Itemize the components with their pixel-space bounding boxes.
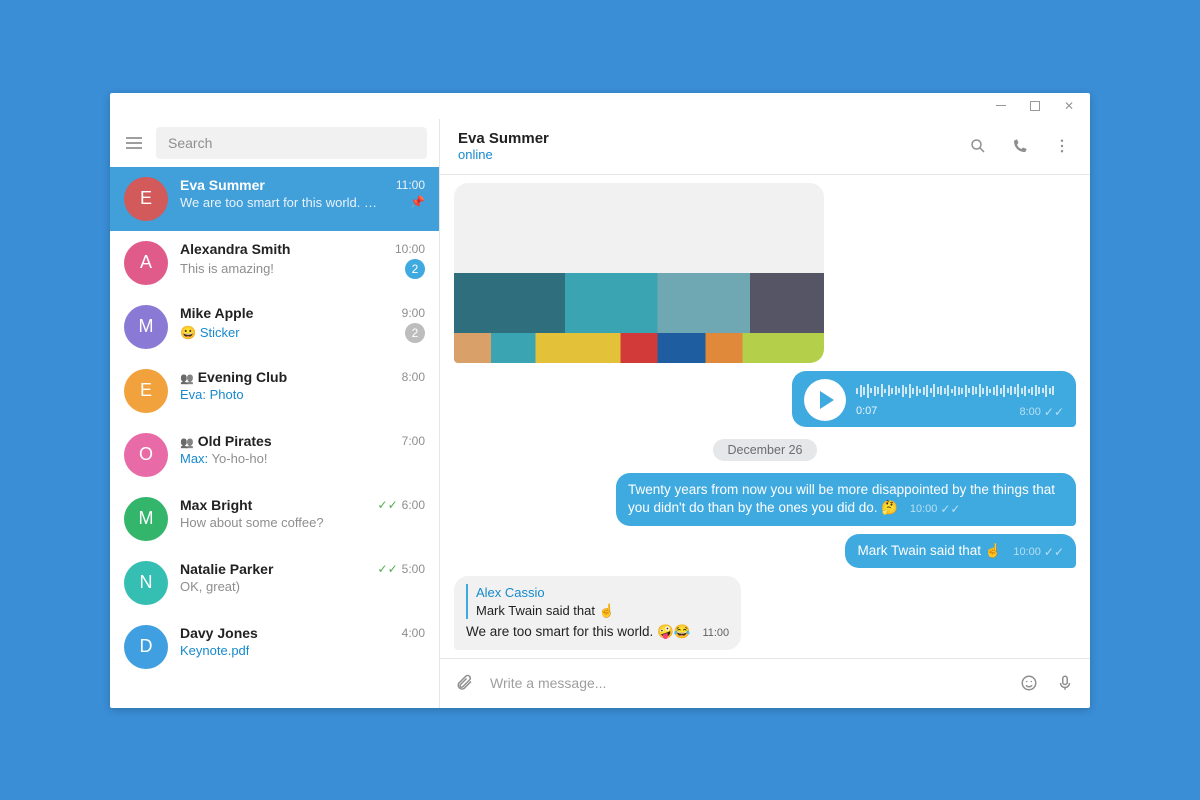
group-icon <box>180 369 194 385</box>
unread-badge: 2 <box>405 259 425 279</box>
message-outgoing[interactable]: Mark Twain said that ☝️ 10:00 ✓✓ <box>845 534 1076 569</box>
chat-name-label: Natalie Parker <box>180 561 273 577</box>
group-icon <box>180 433 194 449</box>
window-minimize-button[interactable] <box>992 97 1010 115</box>
avatar: E <box>124 177 168 221</box>
chat-preview: Eva: Photo <box>180 387 244 402</box>
attach-icon[interactable] <box>454 672 476 694</box>
emoji-icon[interactable] <box>1018 672 1040 694</box>
chat-list-item[interactable]: O Old Pirates 7:00 Max: Yo-ho-ho! <box>110 423 439 487</box>
chat-list-item[interactable]: N Natalie Parker ✓✓5:00 OK, great) <box>110 551 439 615</box>
message-time: 10:00 ✓✓ <box>1013 544 1064 560</box>
window-close-button[interactable] <box>1060 97 1078 115</box>
chat-pane: Eva Summer online To reach a port, we mu… <box>440 119 1090 708</box>
photo-attachment <box>454 273 824 363</box>
chat-list-item[interactable]: M Max Bright ✓✓6:00 How about some coffee? <box>110 487 439 551</box>
chat-name-label: Mike Apple <box>180 305 253 321</box>
chat-title: Eva Summer <box>458 130 549 147</box>
search-icon[interactable] <box>968 136 988 156</box>
chat-preview: How about some coffee? <box>180 515 324 530</box>
chat-name-label: Max Bright <box>180 497 252 513</box>
reply-quote[interactable]: Alex Cassio Mark Twain said that ☝️ <box>466 584 729 619</box>
chat-preview: OK, great) <box>180 579 240 594</box>
message-text: Mark Twain said that ☝️ <box>857 543 1001 558</box>
chat-name-label: Davy Jones <box>180 625 258 641</box>
chat-list-item[interactable]: A Alexandra Smith 10:00 This is amazing! 2 <box>110 231 439 295</box>
app-body: E Eva Summer 11:00 We are too smart for thi… <box>110 119 1090 708</box>
read-checks-icon: ✓✓ <box>378 498 398 512</box>
read-checks-icon: ✓✓ <box>1044 544 1064 560</box>
avatar: O <box>124 433 168 477</box>
play-button[interactable] <box>804 379 846 421</box>
message-outgoing[interactable]: Twenty years from now you will be more d… <box>616 473 1076 526</box>
waveform[interactable] <box>856 380 1064 402</box>
composer <box>440 658 1090 708</box>
chat-name-label: Alexandra Smith <box>180 241 290 257</box>
chat-header-info[interactable]: Eva Summer online <box>458 130 549 162</box>
more-icon[interactable] <box>1052 136 1072 156</box>
avatar: E <box>124 369 168 413</box>
chat-preview: This is amazing! <box>180 261 274 276</box>
chat-name-label: Old Pirates <box>198 433 272 449</box>
avatar: M <box>124 305 168 349</box>
call-icon[interactable] <box>1010 136 1030 156</box>
chat-time: ✓✓6:00 <box>378 498 425 512</box>
message-text: We are too smart for this world. 🤪😂 <box>466 624 691 639</box>
read-checks-icon: ✓✓ <box>1044 404 1064 420</box>
chat-name-label: Eva Summer <box>180 177 265 193</box>
pin-icon: 📌 <box>410 195 425 209</box>
reply-text: Mark Twain said that ☝️ <box>476 602 721 620</box>
chat-header-actions <box>968 136 1072 156</box>
date-divider: December 26 <box>713 439 816 461</box>
read-checks-icon: ✓✓ <box>378 562 398 576</box>
sidebar: E Eva Summer 11:00 We are too smart for thi… <box>110 119 440 708</box>
title-bar <box>110 93 1090 119</box>
chat-time: 4:00 <box>402 626 425 640</box>
message-list[interactable]: To reach a port, we must sail. 😜 7:00 0:… <box>440 175 1090 658</box>
message-voice-outgoing[interactable]: 0:07 8:00 ✓✓ <box>792 371 1076 427</box>
avatar: D <box>124 625 168 669</box>
mic-icon[interactable] <box>1054 672 1076 694</box>
avatar: M <box>124 497 168 541</box>
reply-author: Alex Cassio <box>476 584 721 602</box>
read-checks-icon: ✓✓ <box>940 501 960 517</box>
chat-time: 11:00 <box>396 178 425 192</box>
chat-list: E Eva Summer 11:00 We are too smart for thi… <box>110 167 439 708</box>
chat-time: 8:00 <box>402 370 425 384</box>
menu-icon[interactable] <box>122 131 146 155</box>
chat-time: 7:00 <box>402 434 425 448</box>
chat-preview: Max: Yo-ho-ho! <box>180 451 267 466</box>
chat-status: online <box>458 147 549 162</box>
message-input[interactable] <box>490 675 1004 691</box>
chat-name-label: Evening Club <box>198 369 287 385</box>
message-text: Twenty years from now you will be more d… <box>628 482 1055 515</box>
chat-time: 9:00 <box>402 306 425 320</box>
app-window: E Eva Summer 11:00 We are too smart for thi… <box>110 93 1090 708</box>
chat-list-item[interactable]: D Davy Jones 4:00 Keynote.pdf <box>110 615 439 679</box>
sidebar-top <box>110 119 439 167</box>
message-time: 11:00 <box>702 627 729 639</box>
chat-time: 10:00 <box>395 242 425 256</box>
chat-time: ✓✓5:00 <box>378 562 425 576</box>
chat-header: Eva Summer online <box>440 119 1090 175</box>
unread-badge: 2 <box>405 323 425 343</box>
message-time: 10:00 ✓✓ <box>910 501 961 517</box>
chat-list-item[interactable]: E Eva Summer 11:00 We are too smart for thi… <box>110 167 439 231</box>
avatar: N <box>124 561 168 605</box>
voice-duration: 0:07 <box>856 404 877 420</box>
chat-preview: 😀 Sticker <box>180 325 240 341</box>
chat-list-item[interactable]: E Evening Club 8:00 Eva: Photo <box>110 359 439 423</box>
chat-preview: Keynote.pdf <box>180 643 249 658</box>
chat-list-item[interactable]: M Mike Apple 9:00 😀 Sticker 2 <box>110 295 439 359</box>
message-photo-incoming[interactable]: To reach a port, we must sail. 😜 7:00 <box>454 183 824 363</box>
message-reply-incoming[interactable]: Alex Cassio Mark Twain said that ☝️ We a… <box>454 576 741 649</box>
avatar: A <box>124 241 168 285</box>
search-input[interactable] <box>156 127 427 159</box>
chat-preview: We are too smart for this world. … <box>180 195 377 210</box>
message-time: 8:00 ✓✓ <box>1019 404 1064 420</box>
window-maximize-button[interactable] <box>1026 97 1044 115</box>
